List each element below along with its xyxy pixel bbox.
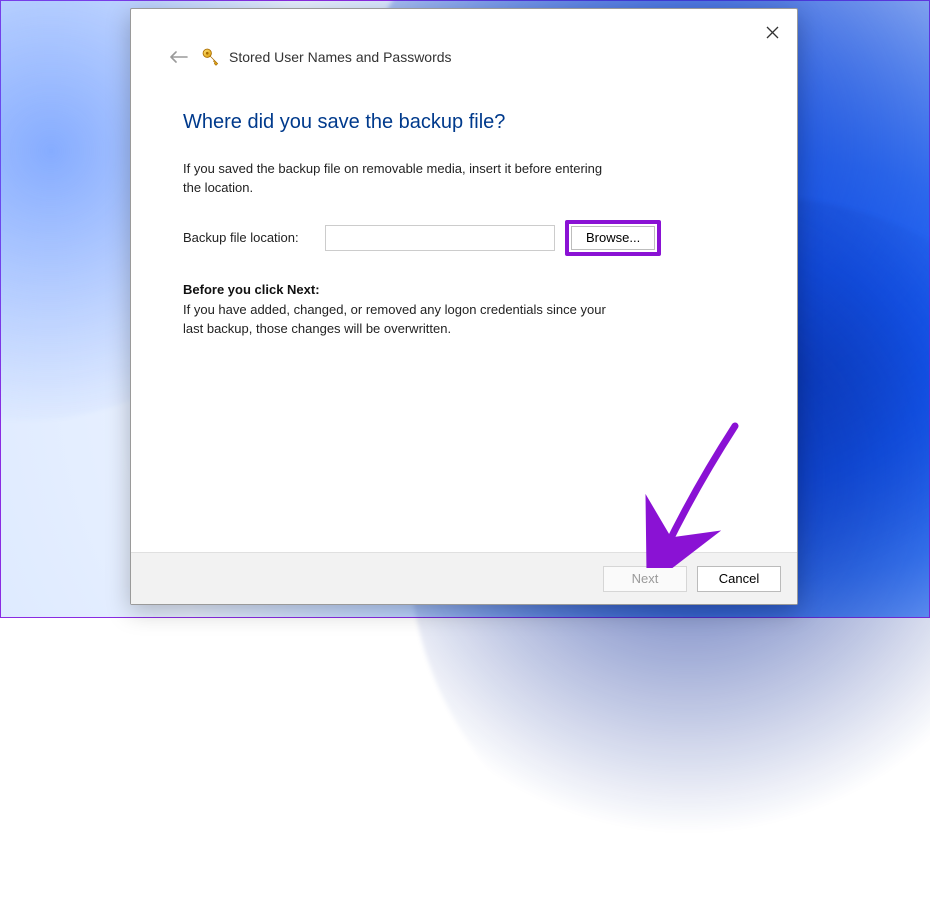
annotation-highlight: Browse...: [565, 220, 661, 256]
close-icon: [766, 26, 779, 39]
file-location-input[interactable]: [325, 225, 555, 251]
dialog-title-row: Stored User Names and Passwords: [131, 43, 797, 71]
file-location-row: Backup file location: Browse...: [183, 220, 745, 256]
wizard-dialog: Stored User Names and Passwords Where di…: [130, 8, 798, 605]
browse-button[interactable]: Browse...: [571, 226, 655, 250]
close-button[interactable]: [757, 17, 787, 47]
instruction-text: If you saved the backup file on removabl…: [183, 160, 613, 198]
back-arrow-icon: [170, 50, 188, 64]
dialog-footer: Next Cancel: [131, 552, 797, 604]
cancel-button[interactable]: Cancel: [697, 566, 781, 592]
key-icon: [201, 47, 221, 67]
dialog-title: Stored User Names and Passwords: [229, 49, 452, 65]
file-location-label: Backup file location:: [183, 230, 315, 245]
warning-text: If you have added, changed, or removed a…: [183, 301, 613, 339]
page-heading: Where did you save the backup file?: [183, 111, 745, 134]
next-button[interactable]: Next: [603, 566, 687, 592]
back-button[interactable]: [165, 43, 193, 71]
warning-heading: Before you click Next:: [183, 282, 745, 297]
dialog-body: Where did you save the backup file? If y…: [131, 71, 797, 552]
